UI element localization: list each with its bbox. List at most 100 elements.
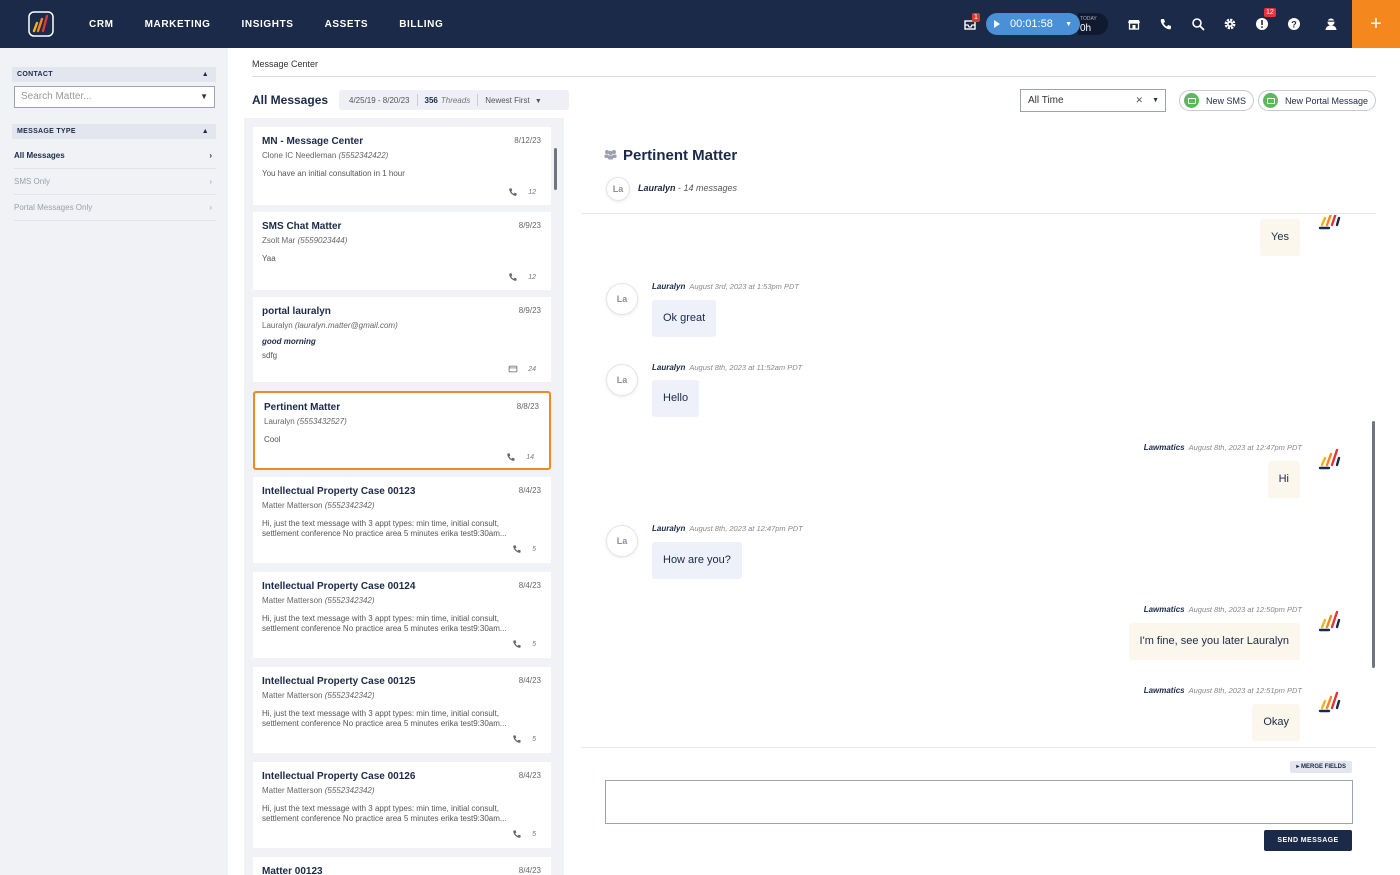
message-type-header[interactable]: MESSAGE TYPE ▲: [12, 124, 216, 139]
clear-icon[interactable]: ✕: [1135, 90, 1143, 111]
message-time: August 8th, 2023 at 12:47pm PDT: [1188, 443, 1302, 452]
thread-meta: 12: [508, 187, 536, 197]
nav-insights[interactable]: INSIGHTS: [242, 19, 294, 30]
sidebar-item-all-messages[interactable]: All Messages ›: [14, 143, 216, 169]
alert-badge: 12: [1264, 8, 1276, 17]
chevron-right-icon: ›: [209, 203, 212, 212]
phone-icon: [509, 273, 517, 281]
message-count: 12: [528, 188, 536, 196]
message-time: August 8th, 2023 at 12:50pm PDT: [1188, 605, 1302, 614]
chevron-up-icon[interactable]: ▲: [202, 124, 209, 139]
contact-phone: (5559023444): [297, 236, 348, 245]
contact-filter-header[interactable]: CONTACT ▲: [12, 67, 216, 82]
thread-item[interactable]: MN - Message Center 8/12/23 Clone IC Nee…: [253, 127, 551, 205]
message-time: August 3rd, 2023 at 1:53pm PDT: [689, 282, 799, 291]
phone-icon: [513, 830, 521, 838]
divider: [581, 747, 1376, 748]
time-filter-select[interactable]: All Time ✕ ▼: [1020, 89, 1166, 112]
sort-select[interactable]: Newest First ▼: [485, 96, 542, 105]
search-button[interactable]: [1182, 0, 1214, 48]
contact-header-label: CONTACT: [17, 71, 53, 78]
avatar: La: [606, 177, 630, 201]
contact-phone: (5553432527): [296, 417, 347, 426]
thread-item[interactable]: Intellectual Property Case 00123 8/4/23 …: [253, 477, 551, 563]
thread-filter-summary: 4/25/19 - 8/20/23 356 Threads Newest Fir…: [339, 90, 569, 110]
message-compose-input[interactable]: [605, 780, 1353, 824]
user-menu-button[interactable]: [1310, 0, 1352, 48]
thread-contact: Clone IC Needleman (5552342422): [262, 151, 388, 160]
settings-button[interactable]: [1214, 0, 1246, 48]
sidebar-item-portal-only[interactable]: Portal Messages Only ›: [14, 195, 216, 221]
matter-search-select[interactable]: Search Matter... ▼: [14, 86, 215, 108]
new-portal-message-button[interactable]: New Portal Message: [1258, 90, 1377, 111]
message-meta: Lawmatics August 8th, 2023 at 12:47pm PDT: [1144, 443, 1302, 452]
page-title: All Messages: [252, 93, 329, 107]
thread-item[interactable]: Matter 00123 8/4/23: [253, 857, 551, 875]
sender-name: Lauralyn: [652, 282, 686, 291]
thread-item[interactable]: SMS Chat Matter 8/9/23 Zsolt Mar (555902…: [253, 212, 551, 290]
play-icon[interactable]: [994, 20, 1000, 28]
thread-item[interactable]: Intellectual Property Case 00126 8/4/23 …: [253, 762, 551, 848]
chevron-down-icon[interactable]: ▼: [1152, 90, 1159, 111]
thread-contact: Lauralyn (5553432527): [264, 417, 347, 426]
merge-fields-button[interactable]: ▸ MERGE FIELDS: [1290, 761, 1352, 773]
conversation-scrollbar[interactable]: [1372, 421, 1375, 668]
logo-icon[interactable]: [28, 11, 54, 37]
thread-item[interactable]: portal lauralyn 8/9/23 Lauralyn (lauraly…: [253, 297, 551, 382]
contact-name: Zsolt Mar: [262, 236, 296, 245]
thread-date: 8/4/23: [518, 771, 541, 780]
thread-item-selected[interactable]: Pertinent Matter 8/8/23 Lauralyn (555343…: [253, 391, 551, 470]
thread-contact: Matter Matterson (5552342342): [262, 501, 375, 510]
divider: [252, 76, 1376, 77]
alerts-button[interactable]: 12: [1246, 0, 1278, 48]
thread-meta: 24: [508, 364, 536, 374]
lawmatics-logo-icon: [1318, 215, 1341, 230]
nav-assets[interactable]: ASSETS: [325, 19, 369, 30]
timer-widget[interactable]: 00:01:58 ▼: [986, 13, 1080, 35]
message-time: August 8th, 2023 at 11:52am PDT: [689, 363, 803, 372]
chevron-down-icon[interactable]: ▼: [200, 87, 208, 107]
inbox-button[interactable]: 1: [954, 0, 986, 48]
create-new-button[interactable]: +: [1352, 0, 1400, 48]
store-button[interactable]: [1118, 0, 1150, 48]
sidebar-item-sms-only[interactable]: SMS Only ›: [14, 169, 216, 195]
nav-marketing[interactable]: MARKETING: [145, 19, 211, 30]
thread-preview: You have an initial consultation in 1 ho…: [262, 169, 405, 178]
avatar: La: [606, 525, 638, 557]
sms-icon: [1184, 93, 1199, 108]
thread-title: Intellectual Property Case 00125: [262, 676, 416, 687]
thread-meta: 5: [512, 734, 536, 744]
thread-item[interactable]: Intellectual Property Case 00124 8/4/23 …: [253, 572, 551, 658]
thread-item[interactable]: Intellectual Property Case 00125 8/4/23 …: [253, 667, 551, 753]
chevron-down-icon[interactable]: ▼: [1065, 21, 1072, 28]
thread-date: 8/4/23: [518, 581, 541, 590]
message-meta: Lauralyn August 8th, 2023 at 12:47pm PDT: [652, 524, 803, 533]
thread-preview: Cool: [264, 435, 281, 444]
phone-icon: [509, 188, 517, 196]
time-filter-value: All Time: [1028, 95, 1064, 106]
user-icon: [1325, 18, 1337, 30]
thread-contact: Matter Matterson (5552342342): [262, 691, 375, 700]
sender-name: Lauralyn: [652, 363, 686, 372]
thread-contact: Zsolt Mar (5559023444): [262, 236, 347, 245]
threads-label: Threads: [440, 95, 471, 105]
phone-icon: [513, 735, 521, 743]
send-message-button[interactable]: SEND MESSAGE: [1264, 830, 1352, 851]
today-total: TODAY 0h: [1078, 13, 1108, 35]
chevron-up-icon[interactable]: ▲: [202, 67, 209, 82]
message-count: 5: [532, 640, 536, 648]
nav-billing[interactable]: BILLING: [399, 19, 443, 30]
new-sms-button[interactable]: New SMS: [1179, 90, 1255, 111]
contact-phone: (5552342422): [338, 151, 389, 160]
top-nav: CRM MARKETING INSIGHTS ASSETS BILLING 1 …: [0, 0, 1400, 48]
conversation-title: Pertinent Matter: [623, 147, 738, 164]
thread-title: Intellectual Property Case 00123: [262, 486, 416, 497]
message-meta: Lawmatics August 8th, 2023 at 12:51pm PDT: [1144, 686, 1302, 695]
thread-list-scrollbar[interactable]: [554, 148, 557, 190]
phone-button[interactable]: [1150, 0, 1182, 48]
help-button[interactable]: ?: [1278, 0, 1310, 48]
thread-preview: Yaa: [262, 254, 276, 263]
nav-crm[interactable]: CRM: [89, 19, 114, 30]
conversation-participant: Lauralyn - 14 messages: [638, 183, 738, 193]
search-icon: [1192, 18, 1205, 31]
